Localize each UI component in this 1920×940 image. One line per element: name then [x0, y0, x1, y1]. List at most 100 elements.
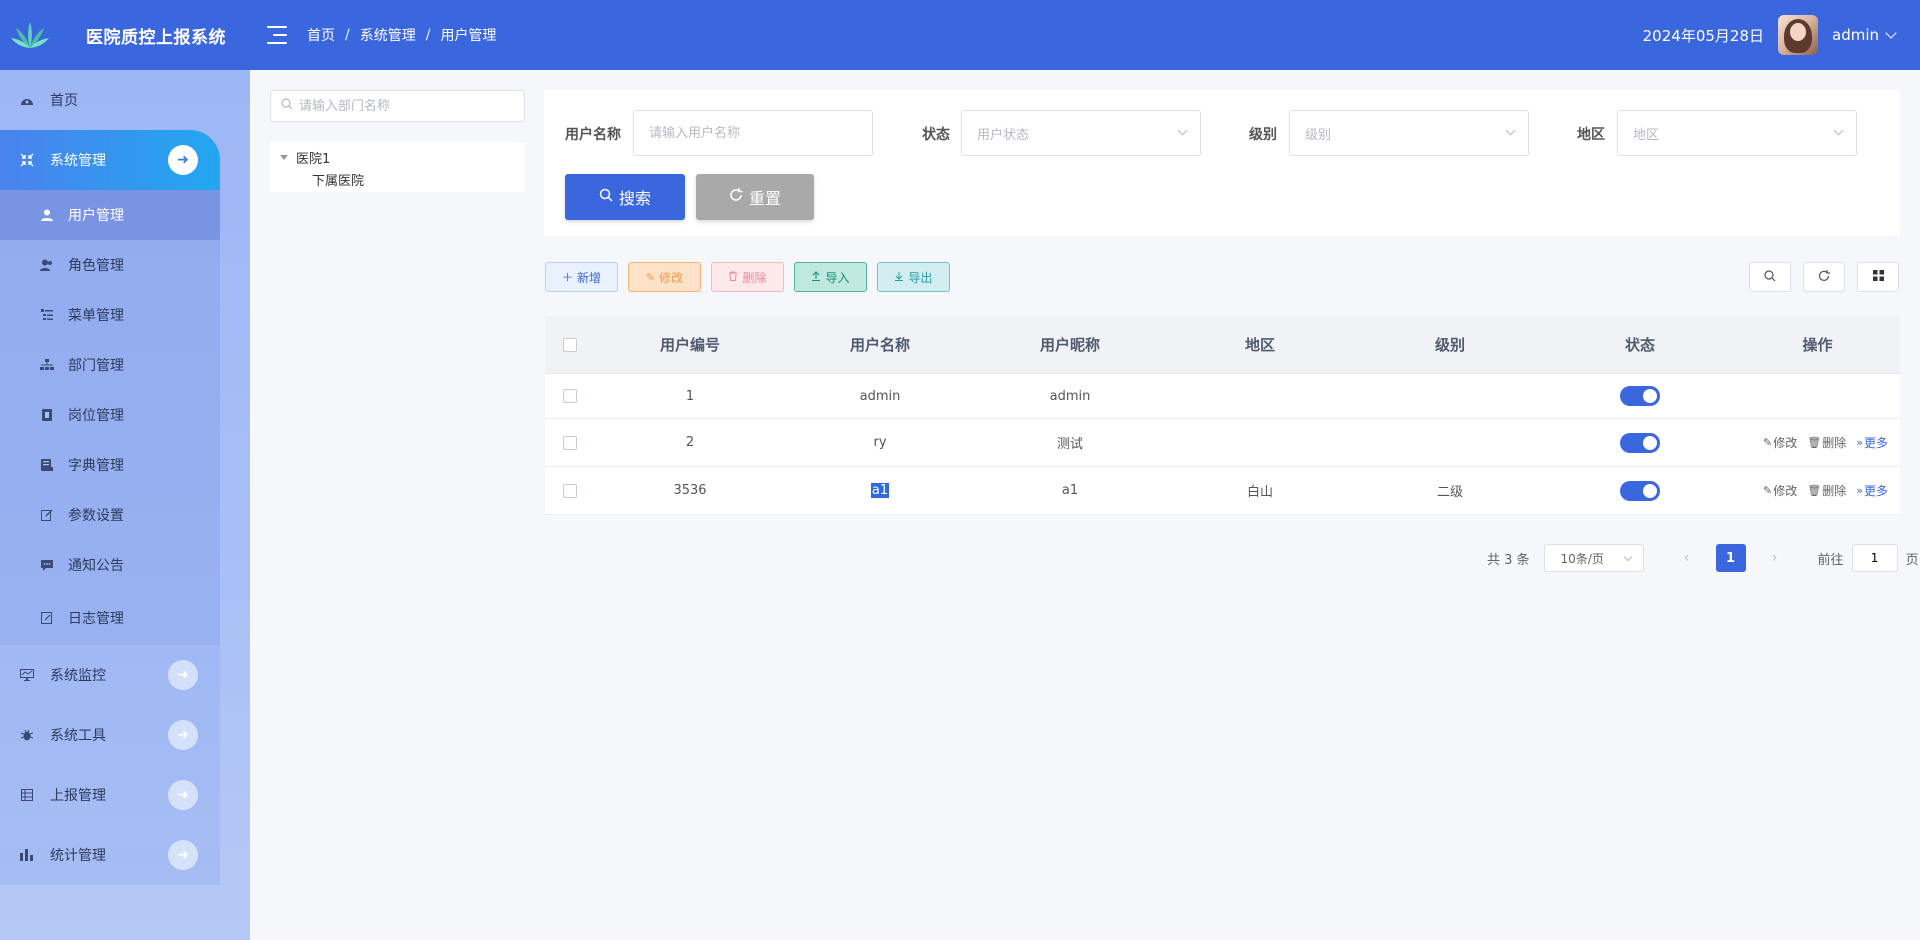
sidebar-item-monitor[interactable]: 系统监控 ➜ — [0, 645, 220, 705]
arrow-right-icon[interactable]: ➜ — [168, 840, 198, 870]
row-edit-link[interactable]: ✎ 修改 — [1763, 434, 1797, 451]
sidebar-item-menu-mgmt[interactable]: 菜单管理 — [0, 290, 220, 340]
tree-node-root[interactable]: 医院1 — [270, 146, 525, 168]
username[interactable]: admin — [1832, 26, 1879, 44]
import-button[interactable]: 导入 — [794, 262, 867, 292]
cell-ops: ✎ 修改 🗑 删除 » 更多 — [1735, 482, 1900, 499]
toggle-search-button[interactable] — [1749, 262, 1791, 292]
caret-down-icon[interactable] — [280, 154, 288, 160]
sidebar-item-stats[interactable]: 统计管理 ➜ — [0, 825, 220, 885]
arrow-right-icon[interactable]: ➜ — [168, 720, 198, 750]
top-header: 医院质控上报系统 首页 / 系统管理 / 用户管理 2024年05月28日 ad… — [0, 0, 1920, 70]
table-tools — [1749, 262, 1899, 292]
status-switch[interactable] — [1620, 432, 1660, 453]
user-icon — [40, 208, 54, 222]
export-button[interactable]: 导出 — [877, 262, 950, 292]
column-header: 操作 — [1802, 336, 1833, 354]
dept-search-input[interactable] — [299, 98, 499, 114]
org-icon — [40, 358, 54, 372]
sidebar-item-param-settings[interactable]: 参数设置 — [0, 490, 220, 540]
next-page-button[interactable]: › — [1760, 544, 1790, 572]
row-checkbox[interactable] — [563, 389, 577, 403]
cell-region: 白山 — [1246, 485, 1273, 500]
column-header[interactable]: 状态 — [1545, 334, 1735, 355]
row-delete-link[interactable]: 🗑 删除 — [1807, 482, 1846, 499]
row-more-link[interactable]: » 更多 — [1856, 434, 1888, 451]
breadcrumb-home[interactable]: 首页 — [307, 25, 335, 45]
region-select[interactable]: 地区 — [1617, 110, 1857, 156]
add-button[interactable]: ＋ 新增 — [545, 262, 618, 292]
columns-button[interactable] — [1857, 262, 1899, 292]
prev-page-button[interactable]: ‹ — [1672, 544, 1702, 572]
sidebar-item-label: 岗位管理 — [68, 408, 124, 424]
sidebar-item-label: 系统工具 — [50, 728, 106, 744]
monitor-icon — [20, 668, 34, 682]
sidebar-item-dict-mgmt[interactable]: 字典管理 — [0, 440, 220, 490]
sidebar-item-label: 通知公告 — [68, 558, 124, 574]
region-placeholder: 地区 — [1633, 127, 1660, 143]
row-checkbox[interactable] — [563, 483, 577, 498]
row-checkbox[interactable] — [563, 435, 577, 450]
column-header[interactable]: 级别 — [1355, 334, 1545, 355]
status-select[interactable]: 用户状态 — [961, 110, 1201, 156]
dept-search-box[interactable] — [270, 90, 525, 122]
search-button[interactable]: 搜索 — [565, 174, 685, 220]
sidebar-item-system[interactable]: 系统管理 ➜ — [0, 130, 220, 190]
reset-button[interactable]: 重置 — [696, 174, 814, 220]
sidebar-item-role-mgmt[interactable]: 角色管理 — [0, 240, 220, 290]
hamburger-menu-icon[interactable] — [267, 26, 287, 44]
avatar[interactable] — [1778, 15, 1818, 55]
sidebar-item-user-mgmt[interactable]: 用户管理 — [0, 190, 220, 240]
sidebar-item-report[interactable]: 上报管理 ➜ — [0, 765, 220, 825]
trash-icon: 🗑 — [1807, 436, 1822, 449]
delete-button-label: 删除 — [742, 270, 767, 285]
column-header[interactable]: 用户昵称 — [975, 334, 1165, 355]
chevron-down-icon[interactable] — [1885, 27, 1897, 39]
delete-button[interactable]: 删除 — [711, 262, 784, 292]
message-icon — [40, 558, 54, 572]
column-header[interactable]: 用户编号 — [595, 334, 785, 355]
level-select[interactable]: 级别 — [1289, 110, 1529, 156]
chevron-down-icon — [1623, 552, 1632, 562]
edit-button[interactable]: ✎ 修改 — [628, 262, 701, 292]
refresh-button[interactable] — [1803, 262, 1845, 292]
op-label: 删除 — [1822, 484, 1847, 498]
page-size-select[interactable]: 10条/页 — [1543, 544, 1644, 572]
sidebar-item-notice[interactable]: 通知公告 — [0, 540, 220, 590]
sidebar-bottom-group: 系统监控 ➜ 系统工具 ➜ 上报管理 ➜ 统计管理 ➜ — [0, 645, 220, 885]
arrow-right-icon[interactable]: ➜ — [168, 145, 198, 175]
select-all-checkbox[interactable] — [563, 337, 577, 352]
username-field[interactable] — [633, 110, 873, 156]
dept-tree-panel: 医院1 下属医院 — [270, 90, 525, 192]
goto-page-input[interactable] — [1854, 551, 1895, 565]
breadcrumb-separator: / — [345, 27, 350, 43]
page-number-current[interactable]: 1 — [1715, 544, 1746, 572]
status-switch[interactable] — [1620, 480, 1660, 501]
breadcrumb-system[interactable]: 系统管理 — [360, 25, 416, 45]
refresh-icon — [729, 188, 743, 206]
sidebar-item-home[interactable]: 首页 — [0, 70, 220, 130]
row-more-link[interactable]: » 更多 — [1856, 482, 1888, 499]
sidebar-item-dept-mgmt[interactable]: 部门管理 — [0, 340, 220, 390]
search-button-label: 搜索 — [618, 189, 651, 208]
reset-button-label: 重置 — [748, 189, 781, 208]
sidebar-item-log-mgmt[interactable]: 日志管理 — [0, 590, 220, 645]
row-edit-link[interactable]: ✎ 修改 — [1763, 482, 1797, 499]
cell-user-name: admin — [859, 388, 901, 404]
arrow-right-icon[interactable]: ➜ — [168, 660, 198, 690]
column-header[interactable]: 地区 — [1165, 334, 1355, 355]
goto-page-field[interactable] — [1851, 544, 1898, 572]
goto-label: 前往 — [1817, 552, 1844, 568]
username-input[interactable] — [649, 125, 849, 141]
grid-icon — [1872, 270, 1884, 284]
sidebar-item-tools[interactable]: 系统工具 ➜ — [0, 705, 220, 765]
chevron-down-icon — [1177, 125, 1188, 136]
sidebar-item-label: 上报管理 — [50, 788, 106, 804]
column-header[interactable]: 用户名称 — [785, 334, 975, 355]
status-switch[interactable] — [1620, 386, 1660, 406]
sidebar-item-post-mgmt[interactable]: 岗位管理 — [0, 390, 220, 440]
tree-node-child[interactable]: 下属医院 — [270, 168, 525, 190]
row-delete-link[interactable]: 🗑 删除 — [1807, 434, 1846, 451]
arrow-right-icon[interactable]: ➜ — [168, 780, 198, 810]
import-button-label: 导入 — [825, 270, 850, 285]
